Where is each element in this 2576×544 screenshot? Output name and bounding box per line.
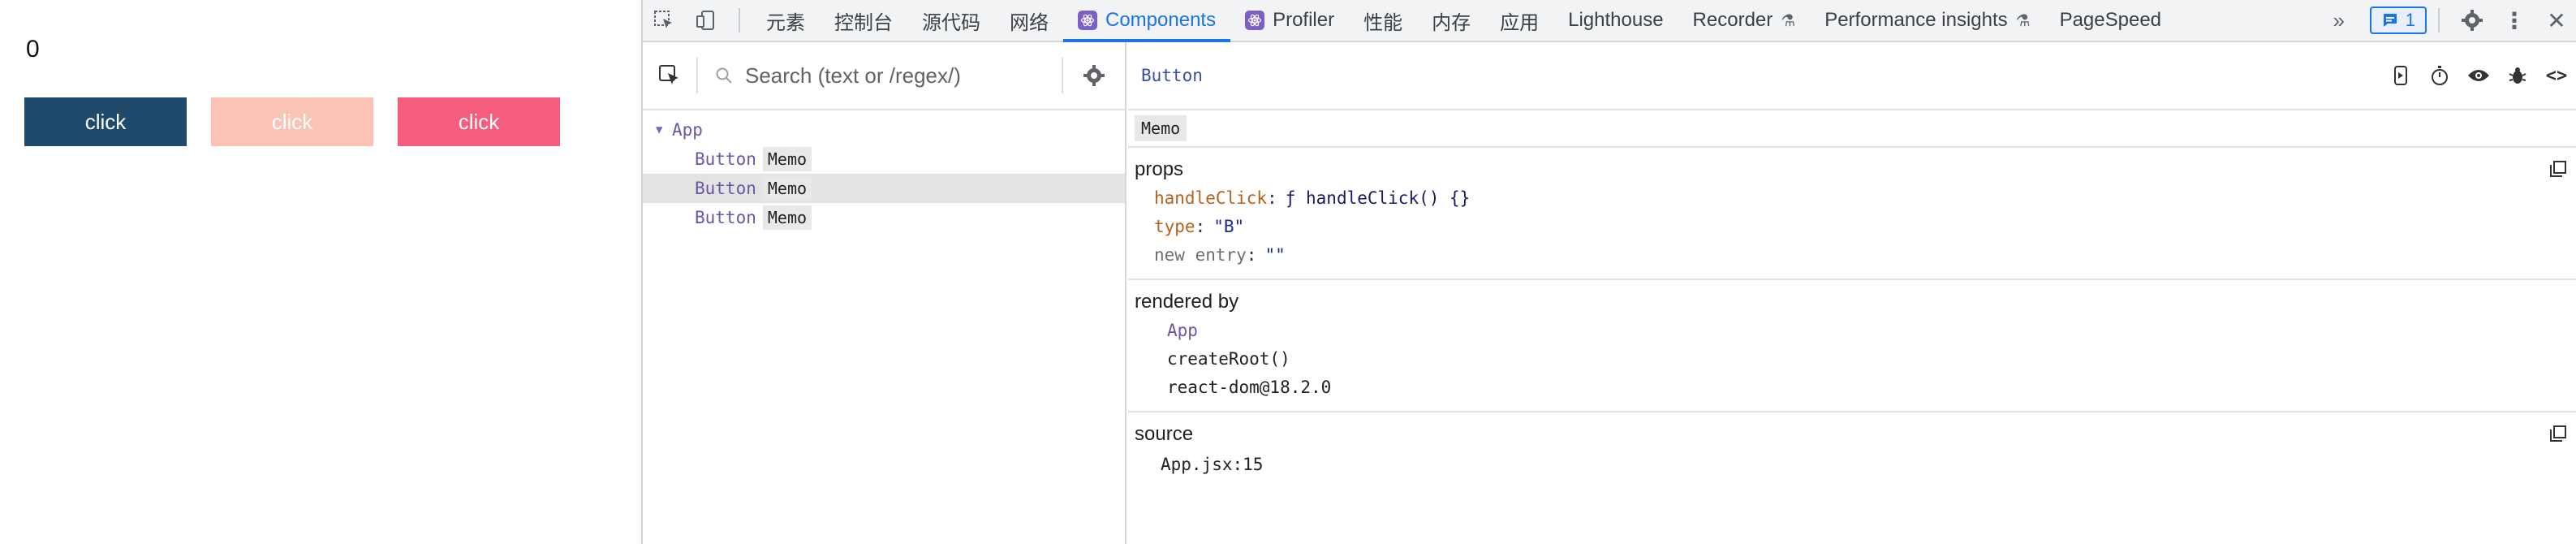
copy-source-icon[interactable]	[2548, 424, 2568, 447]
search-box	[698, 41, 1062, 110]
tab-components-label: Components	[1105, 9, 1217, 31]
source-section: source App.jsx:15	[1128, 412, 2576, 490]
experiment-icon: ⚗	[2015, 11, 2031, 30]
prop-row-new-entry[interactable]: new entry: ""	[1135, 240, 2571, 269]
select-element-icon[interactable]	[643, 41, 696, 110]
devtools-panel: 元素 控制台 源代码 网络 Components Profiler 性能 内存 …	[641, 0, 2576, 544]
tab-performance-insights-label: Performance insights	[1824, 9, 2008, 31]
tab-elements[interactable]: 元素	[752, 0, 820, 41]
tab-recorder-label: Recorder	[1692, 9, 1773, 31]
click-button-2[interactable]: click	[211, 97, 373, 146]
source-location[interactable]: App.jsx:15	[1135, 448, 2571, 481]
settings-gear-icon[interactable]	[2451, 0, 2493, 41]
memo-badge: Memo	[762, 205, 812, 230]
stopwatch-icon[interactable]	[2428, 64, 2451, 87]
tree-root-name: App	[672, 120, 703, 140]
source-title: source	[1135, 423, 1194, 445]
tab-lighthouse[interactable]: Lighthouse	[1553, 0, 1678, 41]
new-entry-value[interactable]: ""	[1264, 245, 1285, 265]
prop-value[interactable]: "B"	[1213, 217, 1244, 236]
inspect-dom-eye-icon[interactable]	[2467, 64, 2490, 87]
counter-value: 0	[26, 36, 40, 63]
more-tabs-icon[interactable]: »	[2318, 0, 2360, 41]
click-button-3[interactable]: click	[398, 97, 560, 146]
props-section: props handleClick: ƒ handleClick() {} ty…	[1128, 148, 2576, 280]
rendered-by-section: rendered by App createRoot() react-dom@1…	[1128, 280, 2576, 412]
components-settings-gear-icon[interactable]	[1063, 41, 1125, 110]
tab-network[interactable]: 网络	[995, 0, 1063, 41]
memo-badge: Memo	[762, 176, 812, 201]
react-logo-icon	[1078, 11, 1097, 30]
tab-performance-insights[interactable]: Performance insights ⚗	[1810, 0, 2044, 41]
tree-component-name: Button	[695, 179, 756, 198]
prop-key: type	[1154, 216, 1195, 236]
tab-pagespeed[interactable]: PageSpeed	[2045, 0, 2176, 41]
tree-row-selected[interactable]: Button Memo	[643, 174, 1125, 203]
message-icon	[2383, 14, 2397, 27]
prop-colon: :	[1267, 188, 1277, 208]
tabbar-right-controls: » 1 ⋮ ✕	[2318, 0, 2576, 41]
tab-recorder[interactable]: Recorder ⚗	[1678, 0, 1811, 41]
click-button-1[interactable]: click	[24, 97, 187, 146]
search-input[interactable]	[745, 63, 1053, 89]
prop-row[interactable]: handleClick: ƒ handleClick() {}	[1135, 183, 2571, 212]
devtools-tabbar: 元素 控制台 源代码 网络 Components Profiler 性能 内存 …	[643, 0, 2576, 42]
search-icon	[716, 67, 732, 84]
tree-component-name: Button	[695, 149, 756, 169]
react-logo-icon	[1245, 11, 1265, 30]
issues-badge[interactable]: 1	[2369, 6, 2427, 34]
tree-component-name: Button	[695, 208, 756, 227]
tab-performance[interactable]: 性能	[1349, 0, 1417, 41]
inspect-element-icon[interactable]	[643, 0, 685, 41]
memo-badge: Memo	[762, 147, 812, 171]
tab-sources[interactable]: 源代码	[907, 0, 995, 41]
new-entry-key[interactable]: new entry	[1154, 245, 1247, 265]
rendered-by-title: rendered by	[1135, 291, 1239, 313]
experiment-icon: ⚗	[1781, 11, 1796, 30]
rendered-by-app[interactable]: App	[1135, 316, 2571, 344]
prop-value: ƒ handleClick() {}	[1285, 188, 1471, 208]
tab-components[interactable]: Components	[1063, 0, 1231, 42]
tab-profiler[interactable]: Profiler	[1230, 0, 1349, 41]
tab-console[interactable]: 控制台	[820, 0, 907, 41]
tree-row[interactable]: Button Memo	[643, 203, 1125, 232]
prop-colon: :	[1195, 216, 1206, 236]
rendered-by-react-dom: react-dom@18.2.0	[1167, 377, 1332, 397]
details-actions: <>	[2389, 64, 2576, 87]
selected-component-name: Button	[1141, 66, 1203, 85]
suspend-toggle-icon[interactable]	[2389, 64, 2412, 87]
prop-key: handleClick	[1154, 188, 1268, 208]
device-toolbar-icon[interactable]	[685, 0, 727, 41]
issues-count: 1	[2405, 10, 2415, 30]
component-details-pane: Button <> Memo props handleClick: ƒ han…	[1128, 42, 2576, 544]
view-source-code-icon[interactable]: <>	[2545, 64, 2568, 87]
expand-caret-icon[interactable]: ▼	[656, 123, 672, 136]
app-viewport: 0 click click click	[0, 0, 641, 544]
prop-row[interactable]: type: "B"	[1135, 212, 2571, 240]
props-title: props	[1135, 158, 1184, 180]
more-options-icon[interactable]: ⋮	[2493, 0, 2535, 41]
tree-toolbar	[643, 42, 1125, 110]
tab-memory[interactable]: 内存	[1417, 0, 1485, 41]
memo-tag: Memo	[1135, 115, 1187, 141]
toolbar-divider	[2438, 8, 2440, 32]
memo-row: Memo	[1128, 110, 2576, 148]
copy-props-icon[interactable]	[2548, 159, 2568, 183]
rendered-by-createroot: createRoot()	[1167, 348, 1290, 369]
component-tree-pane: ▼ App Button Memo Button Memo Button Mem…	[643, 42, 1126, 544]
prop-colon: :	[1246, 244, 1257, 265]
details-header: Button <>	[1128, 42, 2576, 110]
tree-row-app[interactable]: ▼ App	[643, 115, 1125, 145]
log-to-console-bug-icon[interactable]	[2506, 64, 2529, 87]
close-devtools-icon[interactable]: ✕	[2535, 0, 2576, 41]
tab-profiler-label: Profiler	[1273, 9, 1335, 31]
tree-row[interactable]: Button Memo	[643, 145, 1125, 174]
toolbar-divider	[739, 8, 740, 32]
tab-application[interactable]: 应用	[1485, 0, 1553, 41]
